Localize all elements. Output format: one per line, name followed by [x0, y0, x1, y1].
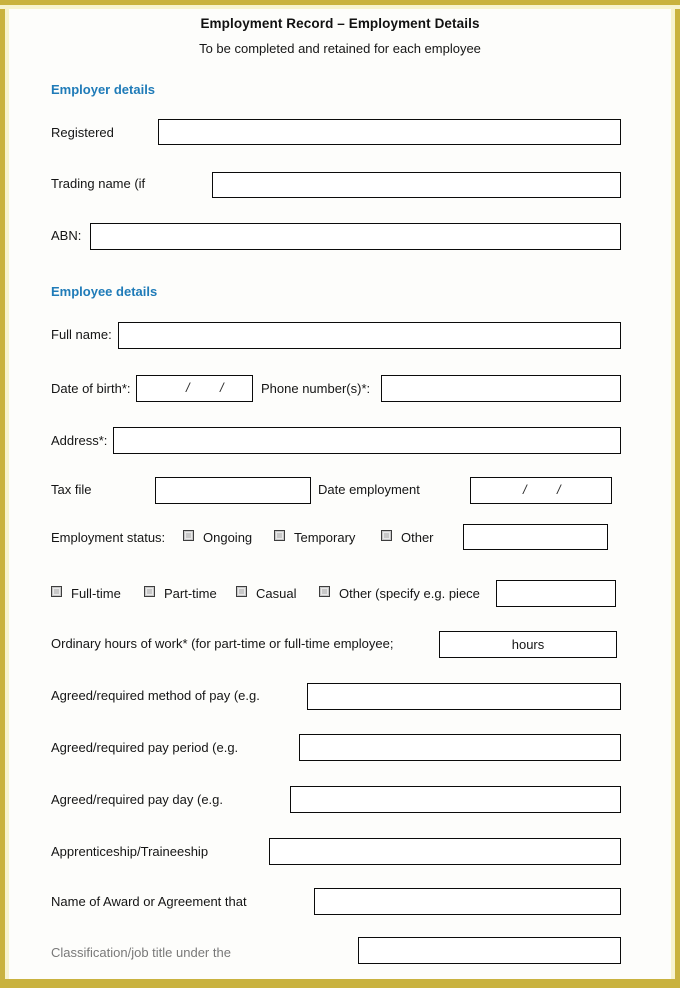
- checkbox-type-part-time[interactable]: [144, 586, 155, 597]
- date-separator-1: /: [186, 380, 190, 395]
- checkbox-type-other[interactable]: [319, 586, 330, 597]
- input-abn[interactable]: [90, 223, 621, 250]
- input-method-of-pay[interactable]: [307, 683, 621, 710]
- input-trading-name[interactable]: [212, 172, 621, 198]
- input-registered[interactable]: [158, 119, 621, 145]
- label-trading-name: Trading name (if: [51, 176, 146, 191]
- label-type-casual: Casual: [256, 586, 297, 601]
- label-apprenticeship: Apprenticeship/Traineeship: [51, 844, 209, 859]
- label-type-other: Other (specify e.g. piece: [339, 586, 480, 601]
- label-registered: Registered: [51, 125, 114, 140]
- input-employment-status-other[interactable]: [463, 524, 608, 550]
- label-award-name: Name of Award or Agreement that: [51, 894, 247, 909]
- date-separator-2: /: [220, 380, 224, 395]
- checkbox-status-ongoing[interactable]: [183, 530, 194, 541]
- label-type-part-time: Part-time: [164, 586, 217, 601]
- input-date-employment[interactable]: / /: [470, 477, 612, 504]
- input-ordinary-hours[interactable]: hours: [439, 631, 617, 658]
- page-border-bottom: [0, 979, 680, 988]
- label-pay-day: Agreed/required pay day (e.g.: [51, 792, 223, 807]
- input-award-name[interactable]: [314, 888, 621, 915]
- label-date-of-birth: Date of birth*:: [51, 381, 131, 396]
- label-status-ongoing: Ongoing: [203, 530, 253, 545]
- ordinary-hours-unit: hours: [511, 637, 545, 652]
- label-status-other: Other: [401, 530, 434, 545]
- label-full-name: Full name:: [51, 327, 112, 342]
- input-full-name[interactable]: [118, 322, 621, 349]
- section-heading-employer-details: Employer details: [51, 82, 156, 97]
- label-employment-status: Employment status:: [51, 530, 166, 545]
- input-pay-day[interactable]: [290, 786, 621, 813]
- label-type-full-time: Full-time: [71, 586, 121, 601]
- label-classification: Classification/job title under the: [51, 945, 231, 960]
- label-ordinary-hours: Ordinary hours of work* (for part-time o…: [51, 636, 394, 651]
- section-heading-employee-details: Employee details: [51, 284, 158, 299]
- label-date-employment: Date employment: [318, 482, 420, 497]
- form-sheet: Employment Record – Employment Details T…: [9, 9, 671, 979]
- input-address[interactable]: [113, 427, 621, 454]
- checkbox-type-full-time[interactable]: [51, 586, 62, 597]
- page-title: Employment Record – Employment Details: [200, 16, 480, 31]
- input-employment-type-other[interactable]: [496, 580, 616, 607]
- input-classification[interactable]: [358, 937, 621, 964]
- date-employment-separator-1: /: [523, 482, 527, 497]
- checkbox-status-temporary[interactable]: [274, 530, 285, 541]
- label-abn: ABN:: [51, 228, 82, 243]
- date-employment-separator-2: /: [557, 482, 561, 497]
- label-method-of-pay: Agreed/required method of pay (e.g.: [51, 688, 260, 703]
- label-status-temporary: Temporary: [294, 530, 356, 545]
- label-phone-numbers: Phone number(s)*:: [261, 381, 371, 396]
- checkbox-type-casual[interactable]: [236, 586, 247, 597]
- checkbox-status-other[interactable]: [381, 530, 392, 541]
- input-phone-numbers[interactable]: [381, 375, 621, 402]
- input-pay-period[interactable]: [299, 734, 621, 761]
- input-apprenticeship[interactable]: [269, 838, 621, 865]
- input-tax-file[interactable]: [155, 477, 311, 504]
- label-address: Address*:: [51, 433, 108, 448]
- page-subtitle: To be completed and retained for each em…: [199, 41, 481, 56]
- label-tax-file: Tax file: [51, 482, 92, 497]
- label-pay-period: Agreed/required pay period (e.g.: [51, 740, 239, 755]
- input-date-of-birth[interactable]: / /: [136, 375, 253, 402]
